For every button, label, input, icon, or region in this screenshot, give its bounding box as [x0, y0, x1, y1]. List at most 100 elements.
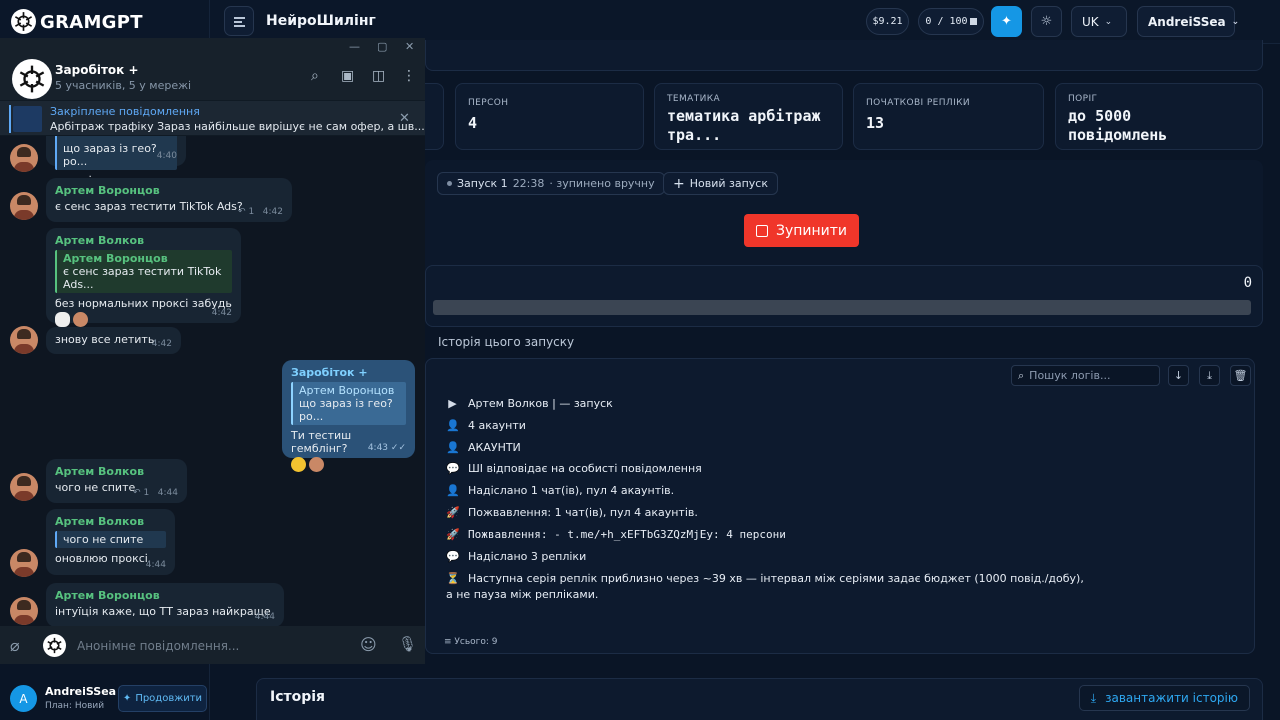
quota-badge[interactable]: 0 / 100 — [918, 8, 984, 35]
download-icon: ⤓ — [1207, 368, 1212, 382]
chat-name: Заробіток + — [55, 63, 139, 77]
minimize-icon[interactable]: — — [349, 40, 360, 53]
reply-quote: чого не спите — [55, 531, 166, 548]
quota-bar-icon — [969, 18, 977, 25]
message[interactable]: Артем Волков чого не спите оновлюю прокс… — [46, 509, 175, 575]
run-chip-status: · зупинено вручну — [549, 177, 655, 190]
anonymous-avatar[interactable] — [43, 634, 66, 657]
progress-card — [425, 265, 1263, 327]
user-avatar[interactable] — [10, 192, 38, 220]
stat-value: до 5000 повідомлень — [1068, 107, 1168, 144]
log-text: Надіслано 1 чат(ів), пул 4 акаунтів. — [468, 484, 675, 498]
stat-value: 4 — [468, 114, 478, 132]
pinned-message[interactable]: Закріплене повідомлення Арбітраж трафіку… — [0, 100, 425, 136]
upgrade-button[interactable]: ✦ Продовжити — [118, 685, 207, 712]
reactions[interactable] — [55, 312, 88, 327]
stat-value: тематика арбітраж тра... — [667, 107, 821, 144]
message[interactable]: Артем Волков Артем Воронцов є сенс зараз… — [46, 228, 241, 327]
user-avatar[interactable] — [10, 326, 38, 354]
close-icon[interactable]: ✕ — [399, 111, 410, 126]
language-select[interactable]: UK ⌄ — [1071, 6, 1127, 37]
reply-text: є сенс зараз тестити TikTok Ads... — [63, 265, 222, 291]
log-text: ШІ відповідає на особисті повідомлення — [468, 462, 702, 476]
stat-label: ТЕМАТИКА — [667, 94, 721, 104]
stat-card-initial-replies: ПОЧАТКОВІ РЕПЛІКИ 13 — [853, 83, 1044, 150]
clear-logs-button[interactable]: 🗑 — [1230, 365, 1251, 386]
user-avatar[interactable] — [10, 473, 38, 501]
message-author: Артем Волков — [55, 465, 145, 478]
new-run-button[interactable]: + Новий запуск — [663, 172, 778, 195]
reply-arrow-icon: ↶ — [238, 207, 246, 217]
history-title: Історія — [270, 689, 326, 705]
rocket-icon: 🚀 — [446, 505, 460, 519]
log-line: 👤 Надіслано 1 чат(ів), пул 4 акаунтів. — [446, 484, 1246, 506]
message[interactable]: Артем Волков чого не спите ↶ 1 4:44 — [46, 459, 187, 503]
quota-text: 0 / 100 — [925, 16, 968, 27]
search-icon[interactable]: ⌕ — [311, 68, 319, 84]
rocket-icon: 🚀 — [446, 527, 460, 541]
voice-chat-icon[interactable]: ▣ — [341, 68, 354, 84]
sidebar-toggle-icon[interactable]: ◫ — [372, 68, 385, 84]
user-avatar[interactable] — [10, 144, 38, 172]
stat-label: ПЕРСОН — [468, 98, 509, 108]
log-search-input[interactable]: ⌕ Пошук логів... — [1011, 365, 1160, 386]
log-text: Пожвавлення: 1 чат(ів), пул 4 акаунтів. — [468, 505, 698, 519]
more-icon[interactable]: ⋮ — [402, 68, 416, 84]
emoji-icon[interactable]: ☺ — [360, 635, 377, 654]
message-time: 4:44 — [145, 560, 166, 570]
read-check-icon: ✓✓ — [390, 443, 406, 453]
sparkle-icon: ✦ — [1001, 14, 1012, 29]
log-card: ⌕ Пошук логів... ↓ ⤓ 🗑 ▶ Артем Волков | —… — [425, 358, 1255, 654]
theme-toggle-button[interactable]: ☼ — [1031, 6, 1062, 37]
user-avatar[interactable] — [10, 597, 38, 625]
chat-avatar[interactable] — [12, 59, 52, 99]
download-icon: ⤓ — [1090, 690, 1097, 705]
telegram-window: — ▢ ✕ Заробіток + 5 учасників, 5 у мереж… — [0, 38, 425, 664]
user-avatar[interactable] — [10, 549, 38, 577]
chat-icon: 💬 — [446, 462, 460, 476]
log-line: 💬 ШІ відповідає на особисті повідомлення — [446, 462, 1246, 484]
log-text: 4 акаунти — [468, 418, 526, 432]
run-history-label: Історія цього запуску — [438, 335, 575, 349]
stop-button[interactable]: Зупинити — [744, 214, 859, 247]
stat-label: ПОРІГ — [1068, 94, 1098, 104]
message[interactable]: Артем Воронцов є сенс зараз тестити TikT… — [46, 178, 292, 222]
log-total: ≡ Усього: 9 — [444, 637, 498, 647]
pinned-text: Арбітраж трафіку Зараз найбільше вирішує… — [50, 120, 425, 133]
avatar[interactable]: A — [10, 685, 37, 712]
ai-sparkle-button[interactable]: ✦ — [991, 6, 1022, 37]
pinned-bar — [9, 105, 11, 133]
chat-members: 5 учасників, 5 у мережі — [55, 79, 192, 92]
attach-icon[interactable]: ⌀ — [10, 636, 20, 655]
message-author: Артем Волков — [55, 234, 145, 247]
download-history-button[interactable]: ⤓ завантажити історію — [1078, 685, 1250, 711]
upgrade-label: Продовжити — [135, 693, 203, 704]
log-text-continued: а не пауза між репліками. — [446, 588, 599, 602]
reply-text: чого не спите — [63, 533, 144, 546]
menu-toggle-button[interactable] — [224, 6, 254, 36]
log-text: Пожвавлення: - t.me/+h_xEFTbG3ZQzMjEy: 4… — [468, 527, 786, 541]
message-time: 4:42 — [211, 308, 232, 318]
pinned-thumbnail — [13, 106, 42, 132]
user-menu[interactable]: AndreiSSea ⌄ — [1137, 6, 1239, 37]
download-logs-button[interactable]: ⤓ — [1199, 365, 1220, 386]
run-chip[interactable]: Запуск 1 22:38 · зупинено вручну — [437, 172, 665, 195]
message-outgoing[interactable]: Заробіток + Артем Воронцов що зараз із г… — [282, 360, 415, 472]
stop-square-icon — [755, 224, 768, 237]
download-history-label: завантажити історію — [1105, 691, 1238, 705]
reactions[interactable] — [291, 457, 324, 472]
log-line: 👤 4 акаунти — [446, 419, 1246, 441]
microphone-icon[interactable]: 🎙 — [398, 635, 417, 653]
message[interactable]: що зараз із гео? ро... проксі здохли 4:4… — [46, 136, 186, 187]
close-icon[interactable]: ✕ — [405, 40, 414, 53]
message[interactable]: Артем Воронцов інтуїція каже, що ТТ зара… — [46, 583, 284, 626]
composer-placeholder[interactable]: Анонімне повідомлення... — [77, 639, 239, 653]
maximize-icon[interactable]: ▢ — [377, 40, 387, 53]
chat-header[interactable]: Заробіток + 5 учасників, 5 у мережі ⌕ ▣ … — [0, 56, 425, 100]
balance-badge[interactable]: $9.21 — [866, 8, 909, 35]
message-meta: ↶ 1 4:44 — [133, 488, 178, 498]
list-icon: ≡ — [444, 637, 452, 647]
scroll-down-button[interactable]: ↓ — [1168, 365, 1189, 386]
sparkle-icon: ✦ — [122, 693, 132, 704]
message[interactable]: знову все летить 4:42 — [46, 327, 181, 354]
